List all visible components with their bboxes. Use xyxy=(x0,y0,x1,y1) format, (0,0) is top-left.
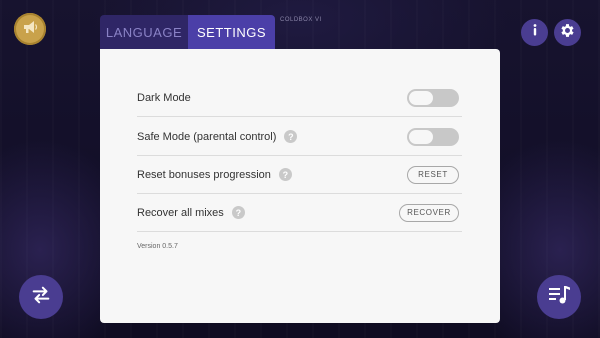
dark-mode-row: Dark Mode xyxy=(137,79,462,117)
swap-button[interactable] xyxy=(19,275,63,319)
recover-mixes-row: Recover all mixes ? RECOVER xyxy=(137,194,462,232)
info-button[interactable] xyxy=(521,19,548,46)
toggle-knob xyxy=(409,90,433,105)
swap-arrows-icon xyxy=(30,284,52,311)
settings-panel: Dark Mode Safe Mode (parental control) ?… xyxy=(100,49,500,323)
safe-mode-row: Safe Mode (parental control) ? xyxy=(137,118,462,156)
megaphone-button[interactable] xyxy=(14,13,46,45)
reset-bonuses-row: Reset bonuses progression ? RESET xyxy=(137,156,462,194)
help-icon[interactable]: ? xyxy=(278,168,292,181)
tab-language[interactable]: LANGUAGE xyxy=(100,15,188,49)
reset-bonuses-label: Reset bonuses progression xyxy=(137,168,271,181)
megaphone-icon xyxy=(21,18,39,41)
info-icon xyxy=(528,23,542,42)
safe-mode-label: Safe Mode (parental control) xyxy=(137,130,277,143)
background-caption: COLDBOX VI xyxy=(280,17,322,23)
reset-button[interactable]: RESET xyxy=(407,165,459,184)
tab-settings[interactable]: SETTINGS xyxy=(188,15,275,49)
help-icon[interactable]: ? xyxy=(284,130,298,143)
gear-icon xyxy=(559,22,576,44)
dark-mode-label: Dark Mode xyxy=(137,91,191,104)
recover-button[interactable]: RECOVER xyxy=(399,203,459,222)
toggle-knob xyxy=(409,129,433,144)
dark-mode-toggle[interactable] xyxy=(407,88,459,107)
safe-mode-toggle[interactable] xyxy=(407,127,459,146)
recover-mixes-label: Recover all mixes xyxy=(137,206,224,219)
music-list-icon xyxy=(547,283,571,312)
help-icon[interactable]: ? xyxy=(231,206,245,219)
music-list-button[interactable] xyxy=(537,275,581,319)
tab-bar: LANGUAGE SETTINGS xyxy=(100,15,275,49)
settings-button[interactable] xyxy=(554,19,581,46)
version-label: Version 0.5.7 xyxy=(137,243,178,250)
